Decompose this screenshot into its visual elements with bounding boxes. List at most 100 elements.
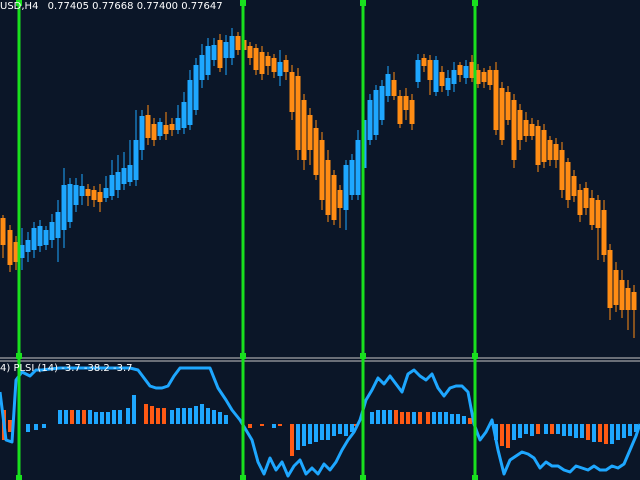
candle-body xyxy=(187,80,193,125)
chart-window[interactable]: USD,H4 0.77405 0.77668 0.77400 0.77647 4… xyxy=(0,0,640,480)
histogram-bar xyxy=(156,408,160,424)
candle-body xyxy=(157,122,163,136)
histogram-bar xyxy=(82,410,86,424)
candle-body xyxy=(553,144,559,160)
candle-body xyxy=(91,190,97,200)
histogram-bar xyxy=(610,424,614,444)
candle-body xyxy=(289,72,295,112)
candle-body xyxy=(337,190,343,208)
candle-body xyxy=(607,250,613,308)
histogram-bar xyxy=(88,410,92,424)
candle-body xyxy=(451,70,457,84)
candle-body xyxy=(235,36,241,50)
indicator-header: 4) PLSI (14) -3.7 -38.2 -3.7 xyxy=(0,363,133,374)
histogram-bar xyxy=(388,410,392,424)
candle-body xyxy=(199,55,205,80)
histogram-bar xyxy=(188,408,192,424)
candle-body xyxy=(169,124,175,130)
histogram-bar xyxy=(604,424,608,444)
histogram-bar xyxy=(94,412,98,424)
histogram-bar xyxy=(320,424,324,440)
candle-body xyxy=(505,92,511,120)
candle-body xyxy=(583,188,589,208)
candle-body xyxy=(121,168,127,184)
histogram-bar xyxy=(314,424,318,442)
candle-body xyxy=(67,184,73,222)
histogram-bar xyxy=(580,424,584,438)
histogram-bar xyxy=(42,424,46,428)
marker-handle xyxy=(472,475,478,480)
histogram-bar xyxy=(562,424,566,436)
histogram-bar xyxy=(194,406,198,424)
candle-body xyxy=(127,165,133,182)
histogram-bar xyxy=(106,412,110,424)
histogram-bar xyxy=(592,424,596,442)
candle-body xyxy=(343,165,349,210)
candle-body xyxy=(433,60,439,92)
candle-body xyxy=(151,124,157,140)
candle-body xyxy=(217,40,223,68)
candle-body xyxy=(307,115,313,150)
candle-body xyxy=(163,125,169,134)
candle-body xyxy=(511,100,517,160)
histogram-bar xyxy=(150,406,154,424)
candle-body xyxy=(409,100,415,124)
histogram-bar xyxy=(598,424,602,442)
candle-body xyxy=(283,60,289,72)
candle-body xyxy=(601,210,607,255)
histogram-bar xyxy=(544,424,548,434)
histogram-bar xyxy=(34,424,38,430)
histogram-bar xyxy=(622,424,626,438)
candle-body xyxy=(133,140,139,180)
candle-body xyxy=(391,80,397,96)
candle-body xyxy=(445,78,451,90)
candle-body xyxy=(85,189,91,196)
candle-body xyxy=(529,124,535,136)
histogram-bar xyxy=(450,414,454,424)
candle-body xyxy=(589,198,595,225)
candle-body xyxy=(0,218,6,245)
histogram-bar xyxy=(64,410,68,424)
candle-body xyxy=(97,192,103,202)
histogram-bar xyxy=(126,408,130,424)
histogram-bar xyxy=(628,424,632,436)
candle-body xyxy=(253,48,259,70)
chart-canvas[interactable] xyxy=(0,0,640,480)
candle-body xyxy=(421,58,427,66)
marker-handle xyxy=(16,475,22,480)
marker-handle xyxy=(360,475,366,480)
histogram-bar xyxy=(382,410,386,424)
histogram-bar xyxy=(550,424,554,434)
candle-body xyxy=(25,240,31,252)
marker-handle xyxy=(16,353,22,359)
ohlc-values: 0.77405 0.77668 0.77400 0.77647 xyxy=(47,1,223,12)
histogram-bar xyxy=(518,424,522,438)
candle-body xyxy=(7,230,13,265)
candle-body xyxy=(373,90,379,135)
histogram-bar xyxy=(260,424,264,426)
candle-body xyxy=(103,188,109,198)
histogram-bar xyxy=(132,395,136,424)
histogram-bar xyxy=(76,410,80,424)
candle-body xyxy=(175,118,181,130)
candle-body xyxy=(439,72,445,86)
candle-body xyxy=(427,60,433,80)
histogram-bar xyxy=(206,408,210,424)
marker-handle xyxy=(240,353,246,359)
histogram-bar xyxy=(616,424,620,440)
candle-body xyxy=(37,226,43,246)
histogram-bar xyxy=(400,412,404,424)
histogram-bar xyxy=(418,412,422,424)
candle-body xyxy=(403,96,409,110)
marker-handle xyxy=(240,0,246,6)
candle-body xyxy=(259,52,265,74)
candle-body xyxy=(265,56,271,66)
candle-body xyxy=(73,185,79,205)
candle-body xyxy=(631,292,637,310)
candle-body xyxy=(43,230,49,245)
histogram-bar xyxy=(432,412,436,424)
candle-body xyxy=(493,70,499,130)
candle-body xyxy=(181,102,187,128)
candle-body xyxy=(577,190,583,215)
candle-body xyxy=(223,42,229,58)
